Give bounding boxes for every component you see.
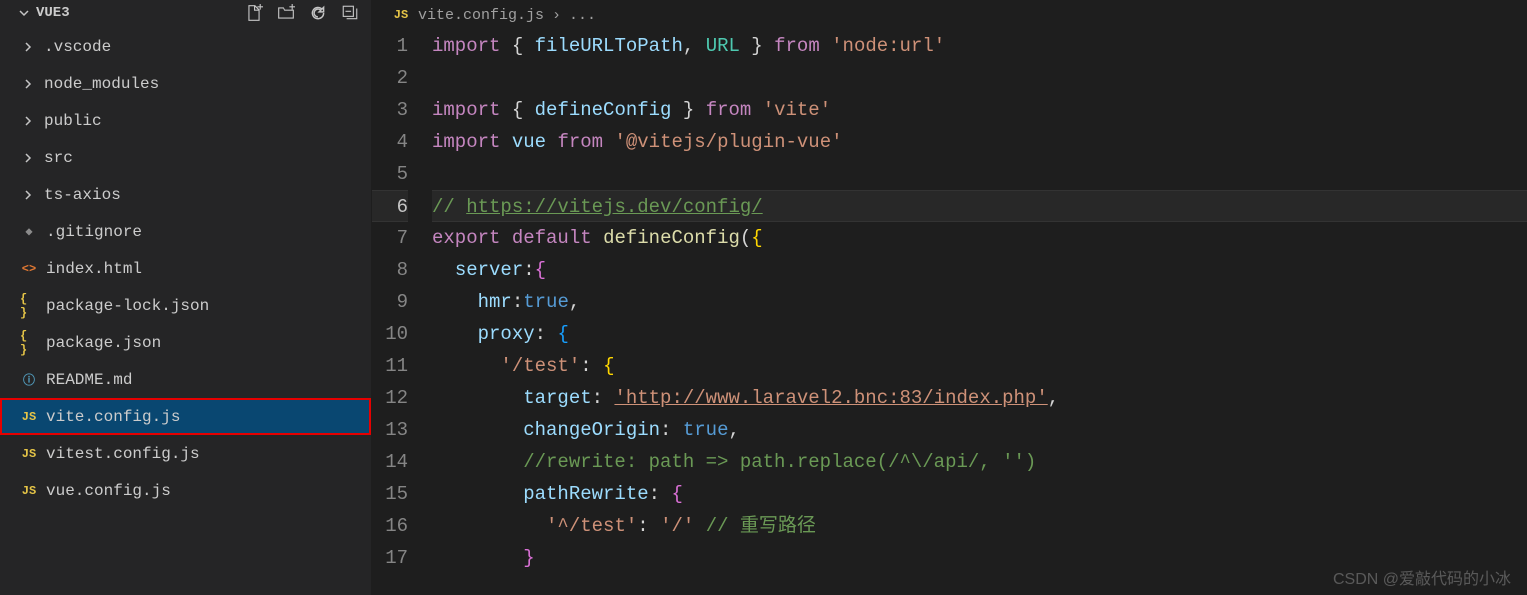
tree-item-label: .gitignore xyxy=(46,223,142,241)
tree-item-package-lock-json[interactable]: { }package-lock.json xyxy=(0,287,371,324)
tree-item-label: vitest.config.js xyxy=(46,445,200,463)
tree-item-label: package-lock.json xyxy=(46,297,209,315)
editor-area: JS vite.config.js › ... 1234567891011121… xyxy=(372,0,1527,595)
tree-item-label: vite.config.js xyxy=(46,408,180,426)
code-editor[interactable]: 1234567891011121314151617 import { fileU… xyxy=(372,30,1527,595)
tree-item--gitignore[interactable]: ◆.gitignore xyxy=(0,213,371,250)
tree-item-label: public xyxy=(44,112,102,130)
new-folder-icon[interactable] xyxy=(277,4,295,22)
watermark: CSDN @爱敲代码的小冰 xyxy=(1333,565,1511,589)
breadcrumb-more: ... xyxy=(569,7,596,24)
tree-item-README-md[interactable]: ⓘREADME.md xyxy=(0,361,371,398)
tree-item-vue-config-js[interactable]: JSvue.config.js xyxy=(0,472,371,509)
tree-item-src[interactable]: src xyxy=(0,139,371,176)
breadcrumb-sep: › xyxy=(552,7,561,24)
explorer-header: VUE3 xyxy=(0,0,371,28)
tree-item-label: vue.config.js xyxy=(46,482,171,500)
tree-item-label: package.json xyxy=(46,334,161,352)
tree-item-index-html[interactable]: <>index.html xyxy=(0,250,371,287)
explorer-sidebar: VUE3 .vscode node_modulespublic src ts-axio… xyxy=(0,0,372,595)
tree-item-package-json[interactable]: { }package.json xyxy=(0,324,371,361)
collapse-all-icon[interactable] xyxy=(341,4,359,22)
tree-item-label: .vscode xyxy=(44,38,111,56)
tree-item--vscode[interactable]: .vscode xyxy=(0,28,371,65)
refresh-icon[interactable] xyxy=(309,4,327,22)
project-title: VUE3 xyxy=(36,5,70,21)
line-gutter: 1234567891011121314151617 xyxy=(372,30,432,595)
breadcrumb[interactable]: JS vite.config.js › ... xyxy=(372,0,1527,30)
tree-item-public[interactable]: public xyxy=(0,102,371,139)
js-icon: JS xyxy=(392,6,410,24)
file-tree: .vscode node_modulespublic src ts-axios ◆.gi… xyxy=(0,28,371,595)
tree-item-vitest-config-js[interactable]: JSvitest.config.js xyxy=(0,435,371,472)
explorer-actions xyxy=(245,4,359,22)
tree-item-label: README.md xyxy=(46,371,132,389)
tree-item-vite-config-js[interactable]: JSvite.config.js xyxy=(0,398,371,435)
tree-item-label: ts-axios xyxy=(44,186,121,204)
tree-item-label: index.html xyxy=(46,260,142,278)
tree-item-label: node_modules xyxy=(44,75,159,93)
new-file-icon[interactable] xyxy=(245,4,263,22)
tree-item-node_modules[interactable]: node_modules xyxy=(0,65,371,102)
code-lines: import { fileURLToPath, URL } from 'node… xyxy=(432,30,1527,595)
tree-item-label: src xyxy=(44,149,73,167)
breadcrumb-file: vite.config.js xyxy=(418,7,544,24)
tree-item-ts-axios[interactable]: ts-axios xyxy=(0,176,371,213)
chevron-down-icon xyxy=(16,5,32,21)
